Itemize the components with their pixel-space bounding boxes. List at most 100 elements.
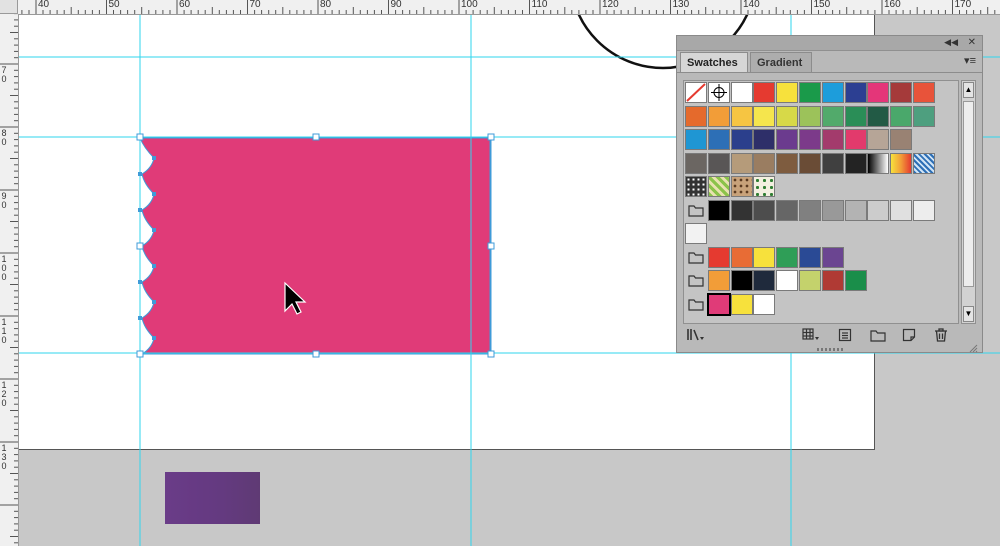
swatch[interactable] [753, 199, 776, 221]
swatch[interactable] [867, 199, 890, 221]
swatch[interactable] [776, 152, 799, 174]
swatch[interactable] [753, 176, 776, 197]
vertical-ruler[interactable]: 7 0 8 0 9 0 1 0 0 1 1 0 1 2 0 1 3 0 [0, 14, 19, 546]
swatch[interactable] [821, 246, 844, 268]
swatch[interactable] [821, 129, 844, 150]
swatch[interactable] [730, 82, 753, 103]
swatch[interactable] [821, 105, 844, 127]
swatch[interactable] [707, 176, 730, 197]
resize-grip-icon[interactable] [968, 340, 978, 353]
scroll-up-arrow-icon[interactable]: ▲ [963, 82, 974, 98]
color-group-folder-icon[interactable] [685, 294, 707, 315]
swatch[interactable] [753, 246, 776, 268]
swatch[interactable] [685, 129, 707, 150]
swatch[interactable] [707, 152, 730, 174]
swatch[interactable] [799, 270, 821, 291]
purple-rectangle[interactable] [165, 472, 260, 524]
swatch[interactable] [890, 105, 913, 127]
swatches-panel[interactable]: ◀◀ ✕ Swatches Gradient ▾≡ ▲ ▼ [676, 35, 983, 353]
swatch[interactable] [844, 199, 867, 221]
swatch[interactable] [867, 129, 890, 150]
swatch[interactable] [753, 293, 776, 315]
ruler-origin[interactable] [0, 0, 18, 14]
swatch[interactable] [844, 152, 867, 174]
swatch[interactable] [799, 82, 821, 103]
swatch[interactable] [913, 199, 935, 221]
swatch[interactable] [913, 152, 935, 174]
swatch[interactable] [890, 199, 913, 221]
panel-menu-icon[interactable]: ▾≡ [964, 54, 976, 67]
swatch[interactable] [867, 152, 890, 174]
swatch[interactable] [753, 270, 776, 291]
swatch[interactable] [776, 105, 799, 127]
swatch[interactable] [821, 82, 844, 103]
swatch[interactable] [776, 270, 799, 291]
swatch[interactable] [890, 82, 913, 103]
panel-drag-grip[interactable] [817, 348, 843, 351]
swatch[interactable] [867, 105, 890, 127]
swatch[interactable] [799, 105, 821, 127]
swatch[interactable] [890, 129, 913, 150]
scroll-thumb[interactable] [963, 101, 974, 287]
swatch[interactable] [821, 152, 844, 174]
swatch[interactable] [685, 176, 707, 197]
swatch[interactable] [844, 105, 867, 127]
swatch[interactable] [685, 105, 707, 127]
swatch[interactable] [707, 129, 730, 150]
delete-swatch-icon[interactable] [931, 326, 951, 344]
swatch[interactable] [844, 82, 867, 103]
panel-title-bar[interactable]: ◀◀ ✕ [677, 36, 982, 51]
swatch-scrollbar[interactable]: ▲ ▼ [961, 80, 976, 324]
double-chevron-left-icon[interactable]: ◀◀ [944, 36, 958, 49]
new-swatch-icon[interactable] [899, 326, 919, 344]
tab-gradient[interactable]: Gradient [750, 52, 812, 72]
swatch[interactable] [890, 152, 913, 174]
swatch[interactable] [821, 199, 844, 221]
swatch[interactable] [844, 270, 867, 291]
swatch[interactable] [707, 270, 730, 291]
swatch[interactable] [776, 199, 799, 221]
swatch[interactable] [776, 82, 799, 103]
swatch[interactable] [707, 105, 730, 127]
swatch[interactable] [867, 82, 890, 103]
tab-swatches[interactable]: Swatches [680, 52, 748, 72]
close-icon[interactable]: ✕ [968, 36, 976, 49]
swatch[interactable] [730, 152, 753, 174]
color-group-folder-icon[interactable] [685, 270, 707, 291]
none-swatch-icon[interactable] [685, 82, 707, 103]
swatch[interactable] [707, 246, 730, 268]
swatch[interactable] [776, 246, 799, 268]
swatch[interactable] [730, 199, 753, 221]
new-color-group-icon[interactable] [868, 326, 888, 344]
swatch[interactable] [776, 129, 799, 150]
swatch[interactable] [730, 105, 753, 127]
swatch[interactable] [753, 105, 776, 127]
swatch[interactable] [685, 152, 707, 174]
swatch[interactable] [799, 199, 821, 221]
color-group-folder-icon[interactable] [685, 200, 707, 221]
swatch[interactable] [730, 129, 753, 150]
swatch[interactable] [799, 246, 821, 268]
swatch[interactable] [913, 105, 935, 127]
swatch[interactable] [799, 152, 821, 174]
horizontal-ruler[interactable]: 40 50 60 70 80 90 100 110 120 130 140 150 160 170 [0, 0, 1000, 15]
registration-swatch-icon[interactable] [707, 82, 730, 103]
swatch[interactable] [753, 82, 776, 103]
swatch[interactable] [913, 82, 935, 103]
swatch[interactable] [730, 176, 753, 197]
swatch[interactable] [730, 293, 753, 315]
swatch[interactable] [730, 246, 753, 268]
scroll-down-arrow-icon[interactable]: ▼ [963, 306, 974, 322]
swatch[interactable] [753, 129, 776, 150]
swatch-grid[interactable] [683, 80, 959, 324]
swatch[interactable] [844, 129, 867, 150]
swatch[interactable] [685, 223, 707, 244]
color-group-folder-icon[interactable] [685, 247, 707, 268]
swatch[interactable] [753, 152, 776, 174]
show-kinds-icon[interactable] [801, 326, 821, 344]
swatch-options-icon[interactable] [835, 326, 855, 344]
swatch[interactable] [821, 270, 844, 291]
swatch[interactable] [707, 199, 730, 221]
swatch-libraries-icon[interactable] [685, 326, 705, 344]
swatch[interactable] [799, 129, 821, 150]
